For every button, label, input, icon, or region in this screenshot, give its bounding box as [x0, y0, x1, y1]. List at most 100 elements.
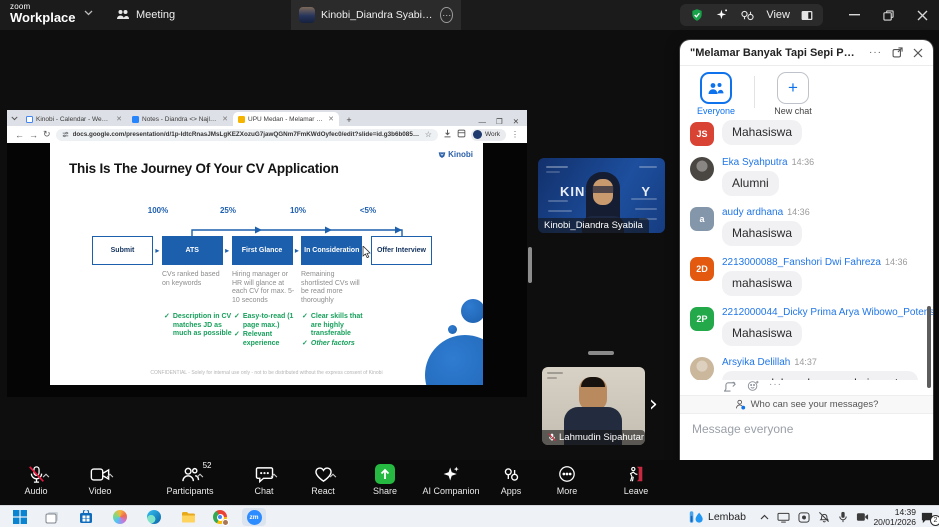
- view-layout-icon[interactable]: [801, 10, 813, 21]
- notification-center[interactable]: 2: [920, 509, 939, 526]
- browser-address-bar: ← → ↻ docs.google.com/presentation/d/1p-…: [7, 126, 527, 143]
- video-strip-drag-handle[interactable]: [588, 351, 614, 355]
- system-tray: [760, 506, 869, 527]
- taskbar-app-edge-icon[interactable]: [142, 508, 166, 526]
- chat-title: "Melamar Banyak Tapi Sepi Panggilan?" M.…: [690, 47, 859, 59]
- message-bubble[interactable]: Mahasiswa: [722, 120, 802, 145]
- browser-profile-chip[interactable]: Work: [471, 129, 506, 141]
- chat-more-icon[interactable]: ···: [869, 47, 882, 58]
- brand-chevron-down-icon[interactable]: [84, 10, 93, 16]
- window-minimize-button[interactable]: [837, 0, 871, 30]
- sender-name: 2213000088_Fanshori Dwi Fahreza: [722, 257, 881, 268]
- message-bubble[interactable]: Mahasiswa: [722, 321, 802, 346]
- video-thumbnail-lahmudin[interactable]: Lahmudin Sipahutar .: [542, 367, 645, 445]
- tab-close-icon[interactable]: ✕: [116, 115, 122, 123]
- download-icon[interactable]: [443, 129, 452, 140]
- control-share[interactable]: Share: [347, 464, 423, 496]
- control-label: AI Companion: [422, 486, 479, 496]
- reply-icon[interactable]: [724, 380, 737, 392]
- chat-scrollbar[interactable]: [927, 306, 931, 388]
- tray-mic-icon[interactable]: [838, 511, 848, 523]
- browser-back-icon[interactable]: ←: [15, 130, 24, 140]
- bookmark-star-icon[interactable]: ☆: [425, 130, 432, 139]
- step-description: Hiring manager or HR will glance at each…: [232, 271, 298, 305]
- browser-tab-3[interactable]: UPU Medan - Melamar Banyak✕: [233, 112, 339, 126]
- tab-search-chevron-icon[interactable]: [7, 110, 21, 126]
- browser-forward-icon[interactable]: →: [29, 130, 38, 140]
- step-checklist: ✓Description in CV matches JD as much as…: [164, 313, 232, 340]
- security-shield-icon[interactable]: [690, 8, 704, 22]
- tab-close-icon[interactable]: ✕: [222, 115, 228, 123]
- check-icon: ✓: [234, 331, 240, 348]
- chat-messages-list: JSMahasiswaEka Syahputra14:36Alumniaaudy…: [680, 118, 933, 380]
- browser-restore-icon[interactable]: ❐: [496, 117, 503, 126]
- notifications-off-icon[interactable]: [818, 511, 830, 523]
- new-chat-label: New chat: [774, 106, 812, 116]
- add-reaction-icon[interactable]: [747, 380, 759, 392]
- gallery-view-icon[interactable]: [740, 9, 755, 22]
- tray-chevron-up-icon[interactable]: [760, 514, 769, 520]
- control-chevron-up-icon[interactable]: [42, 473, 50, 478]
- taskbar-app-start-icon[interactable]: [8, 508, 32, 526]
- browser-new-tab-button[interactable]: +: [343, 114, 355, 126]
- tab-meeting[interactable]: Meeting: [116, 0, 175, 30]
- control-leave[interactable]: Leave: [598, 464, 674, 496]
- next-videos-chevron-icon[interactable]: ›: [649, 392, 658, 417]
- chat-tab-new-chat[interactable]: + New chat: [769, 72, 817, 116]
- taskbar-app-chrome-icon[interactable]: [208, 508, 232, 526]
- browser-tab-1[interactable]: Kinobi - Calendar - Week of 1✕: [21, 112, 127, 126]
- browser-minimize-icon[interactable]: —: [478, 117, 486, 126]
- control-label: Share: [373, 486, 397, 496]
- screen-tab-options-icon[interactable]: ···: [440, 7, 453, 23]
- control-chevron-up-icon[interactable]: [196, 473, 204, 478]
- sparkle-icon: [442, 464, 460, 484]
- control-chevron-up-icon[interactable]: [270, 473, 278, 478]
- tab-shared-screen[interactable]: Kinobi_Diandra Syabila's screen ···: [291, 0, 461, 30]
- control-participants[interactable]: 52Participants: [152, 464, 228, 496]
- control-video[interactable]: Video: [62, 464, 138, 496]
- window-restore-button[interactable]: [871, 0, 905, 30]
- taskbar-app-copilot-icon[interactable]: [108, 508, 132, 526]
- participants-count-badge: 52: [203, 462, 212, 470]
- shared-screen-browser: Kinobi - Calendar - Week of 1✕Notes - Di…: [7, 110, 527, 397]
- control-chevron-up-icon[interactable]: [329, 473, 337, 478]
- control-chevron-up-icon[interactable]: [106, 473, 114, 478]
- control-more[interactable]: More: [529, 464, 605, 496]
- step-first-glance: First Glance: [232, 236, 293, 265]
- cast-display-icon[interactable]: [777, 512, 790, 523]
- window-close-button[interactable]: [905, 0, 939, 30]
- chat-close-icon[interactable]: [913, 48, 923, 58]
- chat-popout-icon[interactable]: [892, 47, 903, 58]
- view-button-label[interactable]: View: [766, 9, 790, 21]
- step-checklist: ✓Easy-to-read (1 page max.)✓Relevant exp…: [234, 313, 302, 349]
- taskbar-app-store-icon[interactable]: [74, 508, 98, 526]
- browser-url-field[interactable]: docs.google.com/presentation/d/1p-IdtcRn…: [56, 129, 438, 141]
- message-bubble[interactable]: Alumni: [722, 171, 779, 196]
- message-bubble[interactable]: mahasiswa: [722, 271, 802, 296]
- browser-reload-icon[interactable]: ↻: [43, 129, 51, 140]
- chat-message-header: audy ardhana14:36: [722, 207, 923, 218]
- browser-scrollbar[interactable]: [528, 247, 532, 283]
- video-thumbnail-diandra[interactable]: KINO Y Kinobi_Diandra Syabila: [538, 158, 665, 233]
- browser-menu-icon[interactable]: ⋮: [511, 130, 519, 139]
- taskbar-app-zoom-icon[interactable]: zm: [242, 508, 266, 526]
- taskbar-weather[interactable]: Lembab: [688, 506, 746, 527]
- tab-favicon-docs-icon: [132, 116, 139, 123]
- privacy-note[interactable]: Who can see your messages?: [680, 395, 933, 414]
- message-bubble[interactable]: saya udah melamar pakai cv ats juga tete…: [722, 371, 918, 380]
- screen-record-icon[interactable]: [798, 512, 810, 523]
- message-bubble[interactable]: Mahasiswa: [722, 221, 802, 246]
- chat-tabs-divider: [754, 76, 755, 108]
- clock-date: 20/01/2026: [858, 517, 916, 527]
- taskbar-app-explorer-icon[interactable]: [176, 508, 200, 526]
- browser-tab-2[interactable]: Notes - Diandra <> Najla - Bri✕: [127, 112, 233, 126]
- more-actions-icon[interactable]: ···: [769, 380, 782, 392]
- chat-tab-everyone[interactable]: Everyone: [692, 72, 740, 116]
- taskbar-clock[interactable]: 14:39 20/01/2026: [858, 507, 916, 527]
- extensions-icon[interactable]: [457, 129, 466, 140]
- tab-close-icon[interactable]: ✕: [328, 115, 334, 123]
- browser-close-icon[interactable]: ✕: [513, 117, 519, 126]
- ai-sparkle-icon[interactable]: [715, 8, 729, 22]
- site-settings-icon[interactable]: [62, 131, 69, 138]
- taskbar-app-taskview-icon[interactable]: [40, 508, 64, 526]
